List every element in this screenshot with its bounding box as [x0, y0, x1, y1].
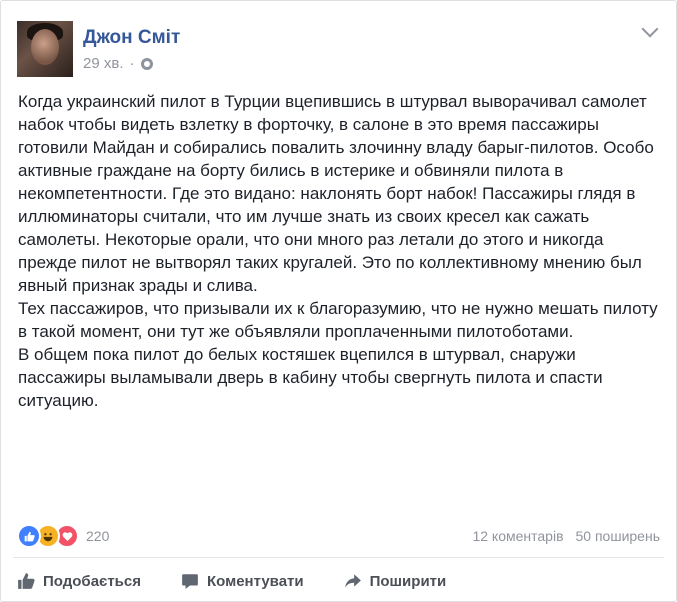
globe-icon[interactable] [140, 57, 153, 70]
post-body: Когда украинский пилот в Турции вцепивши… [18, 90, 658, 412]
like-button[interactable]: Подобається [17, 572, 141, 590]
like-reaction-icon [17, 524, 41, 548]
comment-button[interactable]: Коментувати [181, 572, 304, 590]
post-paragraph: В общем пока пилот до белых костяшек вце… [18, 345, 603, 410]
like-label: Подобається [43, 572, 141, 590]
share-button[interactable]: Поширити [344, 572, 447, 590]
comment-label: Коментувати [206, 572, 304, 590]
post-header: Джон Сміт 29 хв. · [17, 17, 660, 81]
engagement-stats: 12 коментарів 50 поширень [472, 528, 660, 544]
comment-icon [181, 572, 199, 590]
action-bar: Подобається Коментувати Поширити [17, 565, 660, 597]
shares-count[interactable]: 50 поширень [576, 528, 660, 544]
post-stats: 220 12 коментарів 50 поширень [17, 523, 660, 549]
post-paragraph: Тех пассажиров, что призывали их к благо… [18, 299, 658, 341]
share-icon [344, 572, 362, 590]
comments-count[interactable]: 12 коментарів [472, 528, 563, 544]
reactions-summary[interactable]: 220 [17, 524, 109, 548]
post-time[interactable]: 29 хв. [83, 55, 124, 72]
author-name[interactable]: Джон Сміт [83, 27, 180, 49]
avatar-face [31, 29, 59, 65]
post-meta: 29 хв. · [83, 55, 153, 72]
share-label: Поширити [369, 572, 447, 590]
separator-dot: · [129, 55, 135, 72]
avatar[interactable] [17, 21, 73, 77]
chevron-down-icon[interactable] [641, 20, 659, 38]
post-card: Джон Сміт 29 хв. · Когда украинский пило… [0, 0, 677, 602]
post-paragraph: Когда украинский пилот в Турции вцепивши… [18, 92, 654, 295]
reaction-count[interactable]: 220 [86, 528, 109, 544]
thumbs-up-icon [17, 572, 35, 590]
divider [13, 557, 664, 558]
